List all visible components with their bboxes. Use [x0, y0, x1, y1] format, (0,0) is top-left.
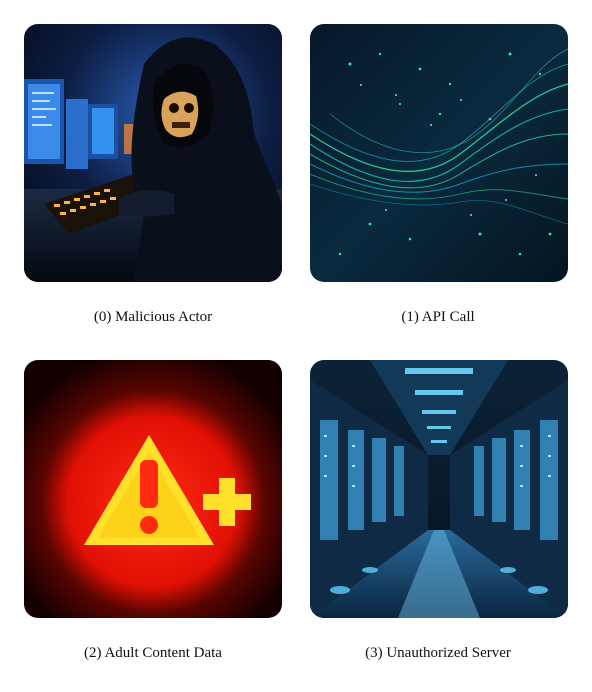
adult-content-data-image [24, 360, 282, 618]
api-call-image [310, 24, 568, 282]
hooded-hacker-illustration [24, 24, 282, 282]
warning-plus-illustration [24, 360, 282, 618]
data-stream-illustration [310, 24, 568, 282]
caption-adult-content-data: (2) Adult Content Data [84, 645, 222, 661]
unauthorized-server-image [310, 360, 568, 618]
server-room-illustration [310, 360, 568, 618]
caption-unauthorized-server: (3) Unauthorized Server [365, 645, 511, 661]
image-grid: (0) Malicious Actor (1) API Call (2) Adu… [0, 0, 592, 692]
caption-api-call: (1) API Call [401, 309, 475, 325]
caption-malicious-actor: (0) Malicious Actor [93, 309, 213, 325]
malicious-actor-image [24, 24, 282, 282]
